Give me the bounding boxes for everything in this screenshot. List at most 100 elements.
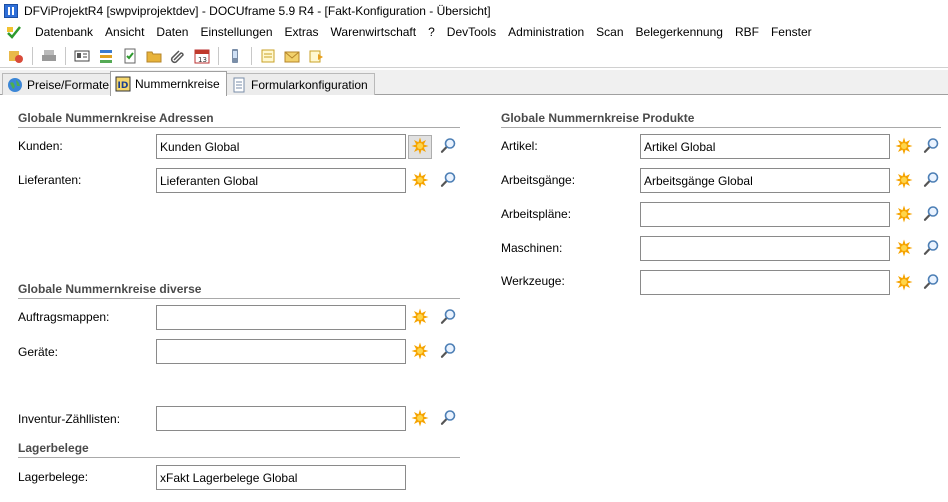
geraete-search-button[interactable] [438, 342, 458, 362]
arbeitsplaene-label: Arbeitspläne: [501, 207, 572, 221]
connect-icon[interactable] [7, 47, 25, 65]
send-icon[interactable] [307, 47, 325, 65]
nummernkreise-panel: Globale Nummernkreise Adressen Kunden: K… [0, 96, 948, 502]
section-title-produkte: Globale Nummernkreise Produkte [501, 111, 695, 125]
star-icon [895, 273, 913, 294]
arbeitsgaenge-new-button[interactable] [892, 169, 916, 193]
phone-icon[interactable] [226, 47, 244, 65]
section-title-adressen: Globale Nummernkreise Adressen [18, 111, 214, 125]
tab-nummernkreise[interactable]: ID Nummernkreise [110, 71, 227, 96]
lagerbelege-field[interactable]: xFakt Lagerbelege Global [156, 465, 406, 490]
mail-icon[interactable] [283, 47, 301, 65]
inventur-label: Inventur-Zähllisten: [18, 412, 121, 426]
auftragsmappen-new-button[interactable] [408, 306, 432, 330]
title-bar: DFViProjektR4 [swpviprojektdev] - DOCUfr… [0, 0, 948, 22]
tab-formularkonfiguration[interactable]: Formularkonfiguration [226, 73, 375, 95]
werkzeuge-field[interactable] [640, 270, 890, 295]
menu-devtools[interactable]: DevTools [442, 25, 503, 39]
note-icon[interactable] [259, 47, 277, 65]
toolbar: 13 [0, 44, 948, 68]
menu-daten[interactable]: Daten [151, 25, 195, 39]
tab-label: Formularkonfiguration [251, 77, 368, 92]
list-icon[interactable] [97, 47, 115, 65]
lieferanten-label: Lieferanten: [18, 173, 82, 187]
section-divider [18, 457, 460, 458]
geraete-new-button[interactable] [408, 340, 432, 364]
kunden-new-button[interactable] [408, 135, 432, 159]
section-divider [501, 127, 941, 128]
menu-datenbank[interactable]: Datenbank [30, 25, 100, 39]
arbeitsplaene-field[interactable] [640, 202, 890, 227]
section-divider [18, 127, 460, 128]
menu-fenster[interactable]: Fenster [766, 25, 819, 39]
tab-strip: Preise/Formate ID Nummernkreise Formular… [0, 70, 948, 96]
search-icon [440, 308, 457, 328]
artikel-search-button[interactable] [921, 137, 941, 157]
star-icon [895, 205, 913, 226]
auftragsmappen-search-button[interactable] [438, 308, 458, 328]
kunden-field[interactable]: Kunden Global [156, 134, 406, 159]
svg-text:13: 13 [198, 56, 207, 64]
lieferanten-new-button[interactable] [408, 169, 432, 193]
form-icon [233, 77, 245, 92]
app-menu-icon[interactable] [6, 24, 22, 40]
star-icon [895, 171, 913, 192]
star-icon [411, 171, 429, 192]
maschinen-field[interactable] [640, 236, 890, 261]
star-icon [411, 342, 429, 363]
menu-extras[interactable]: Extras [280, 25, 326, 39]
address-card-icon[interactable] [73, 47, 91, 65]
toolbar-separator [32, 46, 33, 65]
lieferanten-search-button[interactable] [438, 171, 458, 191]
inventur-field[interactable] [156, 406, 406, 431]
lagerbelege-label: Lagerbelege: [18, 470, 89, 484]
star-icon [411, 137, 429, 158]
menu-ansicht[interactable]: Ansicht [100, 25, 151, 39]
arbeitsgaenge-search-button[interactable] [921, 171, 941, 191]
tab-preise-formate[interactable]: Preise/Formate [2, 73, 117, 95]
arbeitsgaenge-field[interactable]: Arbeitsgänge Global [640, 168, 890, 193]
inventur-new-button[interactable] [408, 407, 432, 431]
globe-icon [8, 77, 22, 92]
auftragsmappen-field[interactable] [156, 305, 406, 330]
menu-scan[interactable]: Scan [591, 25, 630, 39]
inventur-search-button[interactable] [438, 409, 458, 429]
kunden-search-button[interactable] [438, 137, 458, 157]
artikel-new-button[interactable] [892, 135, 916, 159]
menu-belegerkennung[interactable]: Belegerkennung [631, 25, 730, 39]
kunden-label: Kunden: [18, 139, 63, 153]
menu-help[interactable]: ? [423, 25, 442, 39]
attachment-icon[interactable] [169, 47, 187, 65]
arbeitsplaene-new-button[interactable] [892, 203, 916, 227]
maschinen-search-button[interactable] [921, 239, 941, 259]
menu-einstellungen[interactable]: Einstellungen [195, 25, 279, 39]
geraete-field[interactable] [156, 339, 406, 364]
arbeitsplaene-search-button[interactable] [921, 205, 941, 225]
auftragsmappen-label: Auftragsmappen: [18, 310, 110, 324]
search-icon [440, 171, 457, 191]
search-icon [440, 409, 457, 429]
arbeitsgaenge-label: Arbeitsgänge: [501, 173, 576, 187]
tab-label: Nummernkreise [135, 77, 220, 91]
star-icon [895, 239, 913, 260]
maschinen-new-button[interactable] [892, 237, 916, 261]
werkzeuge-new-button[interactable] [892, 271, 916, 295]
section-divider [18, 298, 460, 299]
print-icon[interactable] [40, 47, 58, 65]
menu-bar: Datenbank Ansicht Daten Einstellungen Ex… [0, 22, 948, 42]
checklist-icon[interactable] [121, 47, 139, 65]
werkzeuge-search-button[interactable] [921, 273, 941, 293]
folder-icon[interactable] [145, 47, 163, 65]
toolbar-separator [218, 46, 219, 65]
artikel-label: Artikel: [501, 139, 538, 153]
toolbar-separator [65, 46, 66, 65]
search-icon [440, 137, 457, 157]
calendar-icon[interactable]: 13 [193, 47, 211, 65]
menu-administration[interactable]: Administration [503, 25, 591, 39]
lieferanten-field[interactable]: Lieferanten Global [156, 168, 406, 193]
star-icon [895, 137, 913, 158]
menu-warenwirtschaft[interactable]: Warenwirtschaft [326, 25, 424, 39]
artikel-field[interactable]: Artikel Global [640, 134, 890, 159]
tab-label: Preise/Formate [27, 77, 110, 92]
menu-rbf[interactable]: RBF [730, 25, 766, 39]
